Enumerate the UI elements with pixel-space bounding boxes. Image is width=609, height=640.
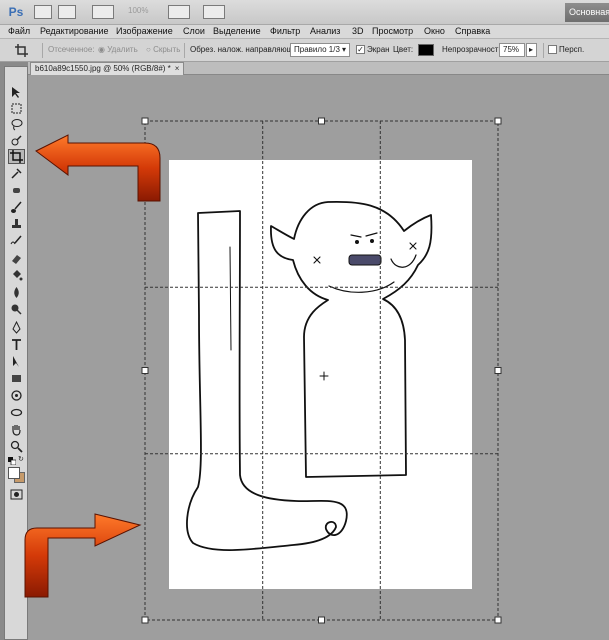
photoshop-logo: Ps bbox=[8, 5, 24, 19]
delete-radio[interactable]: ◉ Удалить bbox=[98, 45, 138, 54]
menu-layers[interactable]: Слои bbox=[183, 26, 205, 36]
perspective-checkbox[interactable] bbox=[548, 45, 557, 54]
path-select-icon[interactable] bbox=[8, 354, 25, 369]
hand-icon[interactable] bbox=[8, 422, 25, 437]
canvas-overlay bbox=[141, 117, 502, 624]
canvas-area[interactable] bbox=[28, 75, 609, 640]
marquee-icon[interactable] bbox=[8, 101, 25, 116]
move-icon[interactable] bbox=[8, 85, 25, 100]
dodge-icon[interactable] bbox=[8, 302, 25, 317]
shield-label: Экран bbox=[367, 45, 390, 54]
history-brush-icon[interactable] bbox=[8, 234, 25, 249]
workspace-switcher-button[interactable]: Основная bbox=[565, 3, 609, 22]
menu-help[interactable]: Справка bbox=[455, 26, 490, 36]
3d-rotate-icon[interactable] bbox=[8, 388, 25, 403]
eyedropper-icon[interactable] bbox=[8, 166, 25, 181]
hide-radio[interactable]: ○ Скрыть bbox=[146, 45, 180, 54]
zoom-icon[interactable] bbox=[8, 439, 25, 454]
delete-label: Удалить bbox=[107, 45, 138, 54]
tools-panel: ↻ bbox=[0, 62, 28, 640]
screen-mode-icon[interactable] bbox=[203, 5, 225, 19]
crop-handles[interactable] bbox=[141, 117, 502, 624]
shield-checkbox[interactable]: ✓ bbox=[356, 45, 365, 54]
shape-icon[interactable] bbox=[8, 371, 25, 386]
brush-icon[interactable] bbox=[8, 200, 25, 215]
document-tab[interactable]: b610a89c1550.jpg @ 50% (RGB/8#) * × bbox=[30, 62, 185, 75]
spot-heal-icon[interactable] bbox=[8, 183, 25, 198]
crop-guide-value: Правило 1/3 bbox=[294, 45, 340, 54]
type-icon[interactable] bbox=[8, 337, 25, 352]
document-tab-title: b610a89c1550.jpg @ 50% (RGB/8#) * bbox=[35, 64, 171, 73]
menu-3d[interactable]: 3D bbox=[352, 26, 364, 36]
elf-drawing bbox=[270, 200, 433, 478]
menu-select[interactable]: Выделение bbox=[213, 26, 261, 36]
menu-filter[interactable]: Фильтр bbox=[270, 26, 300, 36]
options-bar: Отсеченное: ◉ Удалить ○ Скрыть Обрез. на… bbox=[0, 39, 609, 62]
menu-view[interactable]: Просмотр bbox=[372, 26, 413, 36]
quick-mask-icon[interactable] bbox=[8, 487, 25, 502]
cropped-area-label: Отсеченное: bbox=[48, 45, 95, 54]
tools-panel-body: ↻ bbox=[4, 66, 28, 640]
menu-analysis[interactable]: Анализ bbox=[310, 26, 340, 36]
swap-colors-icon[interactable]: ↻ bbox=[18, 456, 26, 464]
mini-bridge-icon[interactable] bbox=[58, 5, 76, 19]
menu-file[interactable]: Файл bbox=[8, 26, 30, 36]
separator bbox=[543, 43, 544, 58]
hide-label: Скрыть bbox=[153, 45, 181, 54]
default-colors-icon[interactable] bbox=[8, 457, 17, 466]
lasso-icon[interactable] bbox=[8, 117, 25, 132]
arrange-documents-icon[interactable] bbox=[168, 5, 190, 19]
crop-icon[interactable] bbox=[8, 149, 25, 164]
menu-edit[interactable]: Редактирование bbox=[40, 26, 109, 36]
menu-image[interactable]: Изображение bbox=[116, 26, 173, 36]
menu-window[interactable]: Окно bbox=[424, 26, 445, 36]
application-bar: Ps 100% Основная bbox=[0, 0, 609, 25]
zoom-level[interactable]: 100% bbox=[128, 6, 148, 15]
opacity-label: Непрозрачность: bbox=[442, 45, 505, 54]
opacity-slider-button[interactable]: ▸ bbox=[526, 43, 537, 57]
separator bbox=[184, 43, 185, 58]
view-extras-icon[interactable] bbox=[92, 5, 114, 19]
pen-icon[interactable] bbox=[8, 320, 25, 335]
bucket-icon[interactable] bbox=[8, 268, 25, 283]
perspective-label: Персп. bbox=[559, 45, 585, 54]
crop-preset-icon[interactable] bbox=[14, 43, 30, 58]
bridge-icon[interactable] bbox=[34, 5, 52, 19]
document-tab-bar: b610a89c1550.jpg @ 50% (RGB/8#) * × bbox=[28, 62, 609, 75]
shield-color-swatch[interactable] bbox=[418, 44, 434, 56]
blur-icon[interactable] bbox=[8, 285, 25, 300]
crop-guide-dropdown[interactable]: Правило 1/3 ▾ bbox=[290, 43, 350, 57]
opacity-input[interactable]: 75% bbox=[499, 43, 525, 57]
chevron-down-icon: ▾ bbox=[341, 45, 346, 54]
eraser-icon[interactable] bbox=[8, 251, 25, 266]
foreground-color-swatch[interactable] bbox=[8, 467, 20, 479]
3d-orbit-icon[interactable] bbox=[8, 405, 25, 420]
boot-drawing bbox=[186, 210, 348, 551]
separator bbox=[42, 43, 43, 58]
clone-stamp-icon[interactable] bbox=[8, 217, 25, 232]
color-label: Цвет: bbox=[393, 45, 414, 54]
quick-select-icon[interactable] bbox=[8, 133, 25, 148]
close-icon[interactable]: × bbox=[175, 64, 180, 73]
crop-guide-label: Обрез. налож. направляющ.: bbox=[190, 45, 298, 54]
menu-bar: Файл Редактирование Изображение Слои Выд… bbox=[0, 25, 609, 39]
